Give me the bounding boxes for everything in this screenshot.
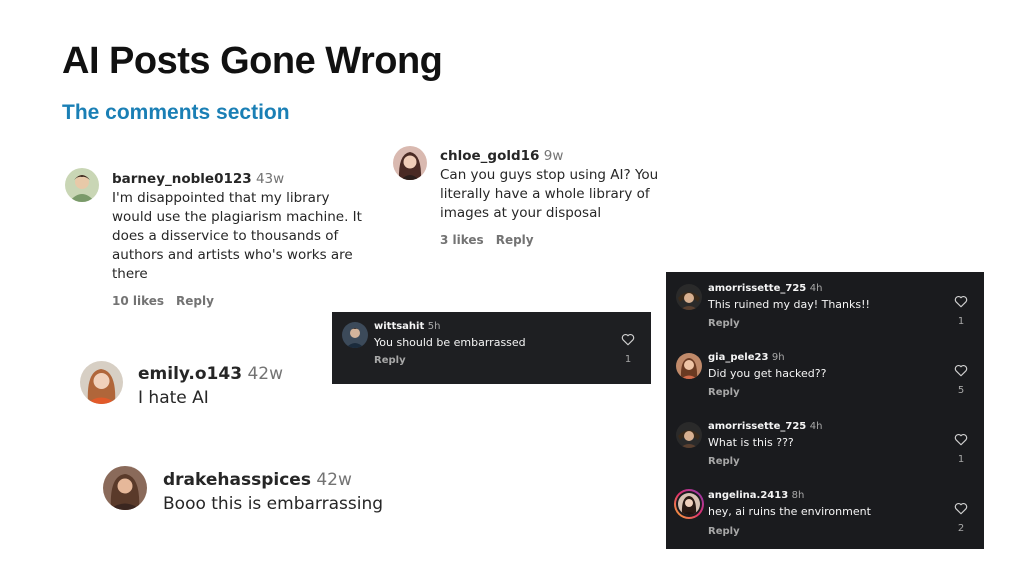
heart-outline-icon[interactable]: [954, 295, 968, 308]
comment-text-line: would use the plagiarism machine. It: [112, 209, 362, 225]
comment-text: I hate AI: [138, 388, 209, 408]
heart-outline-icon[interactable]: [621, 333, 635, 346]
like-count: 2: [957, 523, 965, 534]
avatar-gia-pele[interactable]: [676, 353, 702, 379]
like-count: 1: [957, 454, 965, 465]
slide-subtitle: The comments section: [62, 101, 290, 124]
comment-barney: barney_noble0123 43w I'm disappointed th…: [112, 170, 392, 311]
username[interactable]: amorrissette_725: [708, 283, 806, 294]
reply-button[interactable]: Reply: [708, 456, 740, 467]
avatar-chloe[interactable]: [393, 146, 427, 180]
username[interactable]: amorrissette_725: [708, 421, 806, 432]
username[interactable]: barney_noble0123: [112, 171, 252, 187]
username[interactable]: emily.o143: [138, 364, 242, 384]
comment-text-line: I'm disappointed that my library: [112, 190, 330, 206]
reply-button[interactable]: Reply: [708, 387, 740, 398]
heart-outline-icon[interactable]: [954, 364, 968, 377]
username[interactable]: angelina.2413: [708, 490, 788, 501]
comment-age: 43w: [255, 171, 285, 187]
comment-age: 5h: [427, 321, 441, 332]
heart-outline-icon[interactable]: [954, 433, 968, 446]
like-count: 1: [957, 316, 965, 327]
comment-text-line: authors and artists who's works are: [112, 247, 353, 263]
dark-thread-panel: amorrissette_725 4h This ruined my day! …: [666, 272, 984, 549]
reply-button[interactable]: Reply: [176, 294, 214, 308]
avatar-drake[interactable]: [103, 466, 147, 510]
reply-button[interactable]: Reply: [496, 233, 534, 247]
comment-text: You should be embarrassed: [374, 336, 526, 349]
like-count: 1: [624, 354, 632, 365]
username[interactable]: wittsahit: [374, 321, 424, 332]
comment-age: 9w: [543, 148, 564, 164]
comment-text: What is this ???: [708, 436, 794, 449]
comment-text: Did you get hacked??: [708, 367, 827, 380]
comment-text: hey, ai ruins the environment: [708, 505, 871, 518]
comment-age: 9h: [771, 352, 785, 363]
likes-count[interactable]: 3 likes: [440, 233, 484, 247]
like-count: 5: [957, 385, 965, 396]
comment-age: 4h: [809, 283, 823, 294]
username[interactable]: gia_pele23: [708, 352, 768, 363]
comment-chloe: chloe_gold16 9w Can you guys stop using …: [440, 147, 700, 250]
avatar-angelina[interactable]: [674, 489, 704, 519]
username[interactable]: chloe_gold16: [440, 148, 539, 164]
comment-text: This ruined my day! Thanks!!: [708, 298, 870, 311]
comment-text-line: images at your disposal: [440, 205, 602, 221]
reply-button[interactable]: Reply: [708, 318, 740, 329]
comment-age: 42w: [247, 364, 283, 384]
avatar-amorrissette[interactable]: [676, 284, 702, 310]
slide-title: AI Posts Gone Wrong: [62, 40, 443, 82]
reply-button[interactable]: Reply: [708, 526, 740, 537]
comment-text-line: there: [112, 266, 148, 282]
comment-age: 42w: [316, 470, 352, 490]
comment-drake: drakehasspices 42w Booo this is embarras…: [163, 468, 383, 516]
likes-count[interactable]: 10 likes: [112, 294, 164, 308]
comment-age: 8h: [791, 490, 805, 501]
dark-comment-panel: wittsahit 5h You should be embarrassed R…: [332, 312, 651, 384]
comment-emily: emily.o143 42w I hate AI: [138, 362, 283, 410]
username[interactable]: drakehasspices: [163, 470, 311, 490]
avatar-emily[interactable]: [80, 361, 123, 404]
avatar-barney[interactable]: [65, 168, 99, 202]
comment-text: Booo this is embarrassing: [163, 494, 384, 514]
avatar-wittsahit[interactable]: [342, 322, 368, 348]
comment-text-line: literally have a whole library of: [440, 186, 650, 202]
avatar-amorrissette[interactable]: [676, 422, 702, 448]
comment-text-line: does a disservice to thousands of: [112, 228, 339, 244]
comment-text-line: Can you guys stop using AI? You: [440, 167, 659, 183]
comment-age: 4h: [809, 421, 823, 432]
reply-button[interactable]: Reply: [374, 355, 406, 366]
heart-outline-icon[interactable]: [954, 502, 968, 515]
